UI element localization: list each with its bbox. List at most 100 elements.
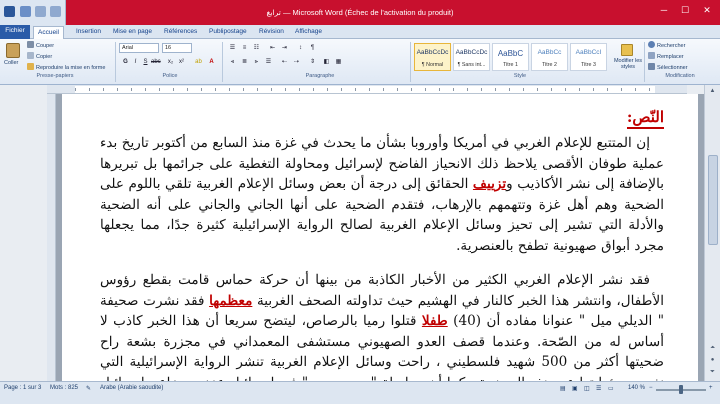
close-button[interactable]: ✕ xyxy=(697,3,717,18)
bold-icon[interactable]: G xyxy=(121,58,130,67)
tab-layout[interactable]: Mise en page xyxy=(109,26,156,39)
rtl-icon[interactable]: ⇠ xyxy=(280,58,289,67)
maximize-button[interactable]: ☐ xyxy=(675,3,695,18)
editing-group-label: Modification xyxy=(665,73,695,79)
web-view-icon[interactable]: ◫ xyxy=(584,385,590,392)
font-name-select[interactable]: Arial xyxy=(119,43,159,53)
status-bar: Page : 1 sur 3 Mots : 825 ✎ Arabe (Arabi… xyxy=(0,381,720,404)
replace-label: Remplacer xyxy=(657,54,684,60)
style-no-spacing[interactable]: AaBbCcDc ¶ Sans int... xyxy=(453,43,490,71)
font-group-label: Police xyxy=(162,73,178,79)
cut-label: Couper xyxy=(36,43,55,49)
numbering-icon[interactable]: ≡ xyxy=(240,44,249,53)
justify-icon[interactable]: ☰ xyxy=(264,58,273,67)
style-sample: AaBbCcI xyxy=(575,49,602,56)
word-count[interactable]: Mots : 825 xyxy=(50,385,78,391)
underline-icon[interactable]: S xyxy=(141,58,150,67)
shading-icon[interactable]: ◧ xyxy=(322,58,331,67)
show-formatting-icon[interactable]: ¶ xyxy=(308,44,317,53)
scroll-thumb[interactable] xyxy=(708,155,718,245)
subscript-icon[interactable]: x₂ xyxy=(166,58,175,67)
strikethrough-icon[interactable]: abc xyxy=(151,58,161,67)
zoom-level[interactable]: 140 % xyxy=(628,385,645,391)
copy-button[interactable]: Copier xyxy=(27,52,52,60)
align-left-icon[interactable]: ⫷ xyxy=(228,58,237,67)
spelling-error-word[interactable]: تزييف xyxy=(473,176,506,192)
undo-icon[interactable] xyxy=(35,6,46,17)
cut-button[interactable]: Couper xyxy=(27,41,54,49)
zoom-out-icon[interactable]: − xyxy=(649,385,653,391)
minimize-button[interactable]: ─ xyxy=(654,3,674,18)
find-button[interactable]: Rechercher xyxy=(648,41,685,49)
group-divider xyxy=(410,42,411,82)
tab-mailings[interactable]: Publipostage xyxy=(205,26,251,39)
ribbon: Coller Couper Copier Reproduire la mise … xyxy=(0,39,720,85)
document-text[interactable]: النّص: إن المتتبع للإعلام الغربي في أمري… xyxy=(100,108,664,381)
sort-icon[interactable]: ↕ xyxy=(296,44,305,53)
increase-indent-icon[interactable]: ⇥ xyxy=(280,44,289,53)
replace-button[interactable]: Remplacer xyxy=(648,52,684,60)
clipboard-group-label: Presse-papiers xyxy=(36,73,74,79)
style-name: Titre 2 xyxy=(542,62,557,68)
ltr-icon[interactable]: ⇢ xyxy=(292,58,301,67)
replace-icon xyxy=(648,52,655,59)
superscript-icon[interactable]: x² xyxy=(177,58,186,67)
borders-icon[interactable]: ▦ xyxy=(334,58,343,67)
tab-review[interactable]: Révision xyxy=(255,26,288,39)
tab-references[interactable]: Références xyxy=(160,26,201,39)
horizontal-ruler[interactable] xyxy=(47,85,687,94)
document-page[interactable]: النّص: إن المتتبع للإعلام الغربي في أمري… xyxy=(62,94,698,381)
document-area: النّص: إن المتتبع للإعلام الغربي في أمري… xyxy=(56,94,704,381)
paragraph-1: إن المتتبع للإعلام الغربي في أمريكا وأور… xyxy=(100,133,664,256)
vertical-scrollbar[interactable]: ▲ ⏶ ● ⏷ xyxy=(704,85,720,381)
spelling-error-word[interactable]: معظمها xyxy=(209,293,252,309)
next-page-icon[interactable]: ⏷ xyxy=(707,367,718,377)
style-heading-1[interactable]: AaBbC Titre 1 xyxy=(492,43,529,71)
save-icon[interactable] xyxy=(20,6,31,17)
paste-label: Coller xyxy=(4,60,19,66)
proofing-icon[interactable]: ✎ xyxy=(86,385,91,392)
decrease-indent-icon[interactable]: ⇤ xyxy=(268,44,277,53)
group-divider xyxy=(115,42,116,82)
redo-icon[interactable] xyxy=(50,6,61,17)
group-divider xyxy=(222,42,223,82)
font-size-select[interactable]: 16 xyxy=(162,43,192,53)
style-sample: AaBbCcDc xyxy=(455,49,488,56)
tab-insert[interactable]: Insertion xyxy=(72,26,105,39)
zoom-in-icon[interactable]: + xyxy=(709,385,713,391)
paragraph-2: فقد نشر الإعلام الغربي الكثير من الأخبار… xyxy=(100,270,664,381)
paste-button[interactable]: Coller xyxy=(3,42,23,72)
ribbon-tabs: Fichier Accueil Insertion Mise en page R… xyxy=(0,25,720,39)
vertical-ruler[interactable] xyxy=(47,94,56,381)
prev-page-icon[interactable]: ⏶ xyxy=(707,343,718,353)
word-app-icon[interactable] xyxy=(4,6,15,17)
browse-object-icon[interactable]: ● xyxy=(707,355,718,365)
style-heading-3[interactable]: AaBbCcI Titre 3 xyxy=(570,43,607,71)
highlight-icon[interactable]: ab xyxy=(194,58,203,67)
change-styles-button[interactable]: Modifier les styles xyxy=(612,43,642,73)
zoom-slider-handle[interactable] xyxy=(679,385,683,394)
print-layout-view-icon[interactable]: ▤ xyxy=(560,385,566,392)
align-right-icon[interactable]: ⫸ xyxy=(252,58,261,67)
italic-icon[interactable]: I xyxy=(131,58,140,67)
full-screen-view-icon[interactable]: ▣ xyxy=(572,385,578,392)
font-color-icon[interactable]: A xyxy=(207,58,216,67)
select-button[interactable]: Sélectionner xyxy=(648,63,688,71)
style-heading-2[interactable]: AaBbCc Titre 2 xyxy=(531,43,568,71)
tab-file[interactable]: Fichier xyxy=(0,25,30,39)
bullets-icon[interactable]: ☰ xyxy=(228,44,237,53)
change-styles-label: Modifier les styles xyxy=(613,58,643,70)
outline-view-icon[interactable]: ☰ xyxy=(596,385,601,392)
tab-home[interactable]: Accueil xyxy=(33,26,64,39)
line-spacing-icon[interactable]: ⇕ xyxy=(308,58,317,67)
spelling-error-word[interactable]: طفلا xyxy=(422,313,448,329)
tab-view[interactable]: Affichage xyxy=(291,26,326,39)
draft-view-icon[interactable]: ▭ xyxy=(608,385,614,392)
language-indicator[interactable]: Arabe (Arabie saoudite) xyxy=(100,385,163,391)
align-center-icon[interactable]: ≣ xyxy=(240,58,249,67)
multilevel-list-icon[interactable]: ☷ xyxy=(252,44,261,53)
page-count[interactable]: Page : 1 sur 3 xyxy=(4,385,41,391)
scroll-up-icon[interactable]: ▲ xyxy=(707,86,718,96)
format-painter-button[interactable]: Reproduire la mise en forme xyxy=(27,63,105,71)
style-normal[interactable]: AaBbCcDc ¶ Normal xyxy=(414,43,451,71)
